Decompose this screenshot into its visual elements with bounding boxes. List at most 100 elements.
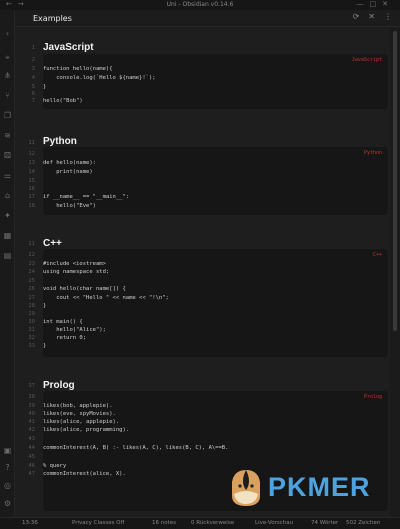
heading-javascript: JavaScript: [43, 42, 94, 53]
tab-actions: ⟳ ✕ ⋮: [344, 12, 392, 21]
status-backlinks[interactable]: 0 Rückverweise: [191, 518, 234, 529]
window-controls[interactable]: —□✕: [357, 0, 395, 8]
status-privacy-toggle[interactable]: Privacy Classes Off: [72, 518, 124, 529]
settings-icon[interactable]: ✦: [2, 210, 13, 221]
code-line: void hello(char name[]) {: [43, 286, 126, 292]
line-number: 18: [28, 203, 35, 209]
code-line: % query: [43, 463, 67, 469]
editor-pane[interactable]: 1 JavaScript JavaScript 2 3 4 5 6 7 func…: [15, 27, 390, 517]
code-line: hello("Bob"): [43, 98, 83, 104]
code-line: if __name__ == "__main__":: [43, 194, 130, 200]
copy-icon[interactable]: ❐: [2, 110, 13, 121]
editor-scrollbar[interactable]: [390, 27, 400, 517]
line-number: 14: [28, 169, 35, 175]
line-number: 12: [28, 151, 35, 157]
window-title: Uni - Obsidian v0.14.6: [166, 1, 234, 8]
line-number: 29: [28, 311, 35, 317]
line-number: 21: [28, 241, 35, 247]
code-lang-label: JavaScript: [351, 57, 382, 63]
line-number: 33: [28, 343, 35, 349]
code-line: #include <iostream>: [43, 261, 106, 267]
line-number: 44: [28, 445, 35, 451]
status-chars: 502 Zeichen: [346, 520, 381, 526]
grid-icon[interactable]: ▤: [2, 250, 13, 261]
git-branch-icon[interactable]: ⑂: [2, 90, 13, 101]
refresh-icon[interactable]: ⟳: [353, 12, 360, 21]
line-number: 23: [28, 261, 35, 267]
sliders-icon[interactable]: ⚌: [2, 170, 13, 181]
code-lang-label: C++: [372, 252, 382, 258]
bookmark-icon[interactable]: ⌂: [2, 190, 13, 201]
left-ribbon: › ⌖ ⋔ ⑂ ❐ ≋ ⚄ ⚌ ⌂ ✦ ▦ ▤ ▣ ? ◎ ⚙: [0, 10, 15, 517]
code-line: }: [43, 84, 47, 90]
line-number: 27: [28, 295, 35, 301]
dice-icon[interactable]: ⚄: [2, 150, 13, 161]
line-number: 25: [28, 278, 35, 284]
line-number: 22: [28, 252, 35, 258]
line-number: 4: [31, 75, 35, 81]
line-number: 13: [28, 160, 35, 166]
tab-examples[interactable]: Examples: [27, 12, 78, 26]
tab-bar: Examples ⟳ ✕ ⋮: [15, 10, 400, 27]
code-line: hello("Alice");: [43, 327, 106, 333]
more-options-icon[interactable]: ⋮: [384, 12, 392, 21]
graph-icon[interactable]: ⋔: [2, 70, 13, 81]
line-number: 40: [28, 411, 35, 417]
line-number: 31: [28, 327, 35, 333]
calendar-icon[interactable]: ▦: [2, 230, 13, 241]
line-number: 5: [31, 84, 35, 90]
code-line: cout << "Hello " << name << "!\n";: [43, 295, 169, 301]
line-number: 38: [28, 394, 35, 400]
code-line: commonInterest(alice, X).: [43, 471, 126, 477]
line-number: 37: [28, 383, 35, 389]
line-number: 15: [28, 178, 35, 184]
minimize-button[interactable]: —: [357, 0, 370, 8]
line-number: 17: [28, 194, 35, 200]
line-number: 47: [28, 471, 35, 477]
code-line: using namespace std;: [43, 269, 110, 275]
close-window-button[interactable]: ✕: [382, 0, 394, 8]
line-number: 41: [28, 419, 35, 425]
code-line: hello("Eve"): [43, 203, 96, 209]
close-tab-icon[interactable]: ✕: [368, 12, 375, 21]
heading-cpp: C++: [43, 238, 62, 249]
status-editor-mode[interactable]: Live-Vorschau: [255, 518, 293, 529]
code-line: commonInterest(A, B) :- likes(A, C), lik…: [43, 445, 229, 451]
maximize-button[interactable]: □: [370, 0, 383, 8]
line-number: 1: [31, 45, 35, 51]
map-pin-icon[interactable]: ⌖: [2, 52, 13, 63]
line-number: 7: [31, 98, 35, 104]
pkmer-mascot-icon: [232, 470, 260, 506]
line-number: 30: [28, 319, 35, 325]
line-number: 2: [31, 57, 35, 63]
line-number: 16: [28, 186, 35, 192]
terminal-icon[interactable]: ▣: [2, 445, 13, 456]
pkmer-logo-text: PKMER: [268, 472, 371, 502]
code-block-javascript[interactable]: JavaScript: [43, 54, 388, 109]
code-lang-label: Python: [363, 150, 382, 156]
line-number: 26: [28, 286, 35, 292]
gear-icon[interactable]: ⚙: [2, 498, 13, 509]
line-number: 39: [28, 403, 35, 409]
vault-icon[interactable]: ◎: [2, 480, 13, 491]
line-number: 3: [31, 66, 35, 72]
heading-prolog: Prolog: [43, 380, 75, 391]
code-line: def hello(name):: [43, 160, 96, 166]
line-number: 11: [28, 140, 35, 146]
code-line: return 0;: [43, 335, 87, 341]
line-number: 46: [28, 463, 35, 469]
layers-icon[interactable]: ≋: [2, 130, 13, 141]
heading-python: Python: [43, 136, 77, 147]
code-line: likes(alice, applepie).: [43, 419, 120, 425]
line-number: 32: [28, 335, 35, 341]
line-number: 6: [31, 91, 35, 97]
status-notes: 16 notes: [152, 520, 177, 526]
status-time: 13:36: [22, 520, 38, 526]
scrollbar-thumb[interactable]: [393, 31, 397, 331]
pkmer-logo: PKMER: [226, 466, 386, 510]
status-words: 74 Wörter: [311, 520, 339, 526]
code-line: likes(eve, spyMovies).: [43, 411, 116, 417]
line-number: 42: [28, 427, 35, 433]
chevron-right-icon[interactable]: ›: [2, 28, 13, 39]
help-icon[interactable]: ?: [2, 462, 13, 473]
